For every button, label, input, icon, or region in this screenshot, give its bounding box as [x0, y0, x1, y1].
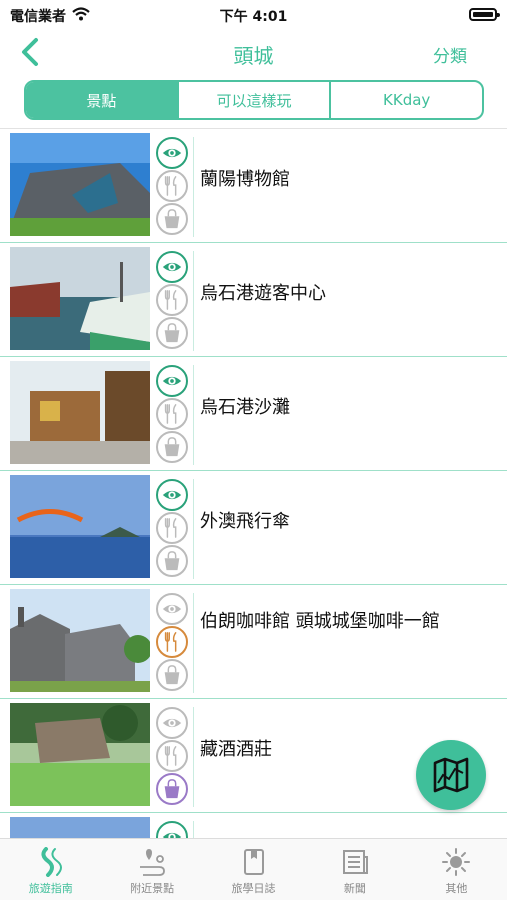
- shopping-icon: [156, 659, 188, 691]
- attraction-name: 外澳飛行傘: [200, 511, 290, 532]
- tab-nearby[interactable]: 附近景點: [101, 839, 202, 900]
- attraction-photo: [10, 817, 150, 838]
- category-icons: [154, 479, 194, 579]
- list-item[interactable]: 伯朗咖啡館 頭城城堡咖啡一館: [0, 585, 507, 699]
- list-item[interactable]: 外澳飛行傘: [0, 471, 507, 585]
- shopping-icon: [156, 203, 188, 235]
- battery-icon: [469, 8, 500, 21]
- shopping-icon: [156, 431, 188, 463]
- attraction-photo: [10, 133, 150, 236]
- sightseeing-icon: [156, 593, 188, 625]
- newspaper-icon: [342, 850, 368, 874]
- sightseeing-icon: [156, 479, 188, 511]
- tab-label: 旅遊指南: [28, 882, 73, 895]
- attraction-photo: [10, 475, 150, 578]
- tab-label: 其他: [445, 882, 468, 895]
- sightseeing-icon: [156, 251, 188, 283]
- attraction-list: 蘭陽博物館 烏石港遊客中心 烏石港沙灘 外澳飛行傘 伯朗咖啡館 頭城城堡咖啡一館…: [0, 129, 507, 838]
- sightseeing-icon: [156, 365, 188, 397]
- list-item[interactable]: [0, 813, 507, 838]
- nav-bar: 頭城 分類: [0, 28, 507, 76]
- category-icons: [154, 365, 194, 465]
- page-title: 頭城: [233, 44, 274, 68]
- nearby-pin-icon: [140, 849, 166, 876]
- tab-sights[interactable]: 景點: [26, 82, 177, 118]
- category-icons: [154, 593, 194, 693]
- list-item[interactable]: 烏石港沙灘: [0, 357, 507, 471]
- status-bar: 電信業者 下午 4:01: [0, 0, 507, 28]
- sightseeing-icon: [156, 707, 188, 739]
- category-icons: [154, 137, 194, 237]
- category-icons: [154, 821, 194, 838]
- tab-kkday[interactable]: KKday: [329, 82, 482, 118]
- category-icons: [154, 251, 194, 351]
- tab-news[interactable]: 新聞: [304, 839, 405, 900]
- tab-other[interactable]: 其他: [406, 839, 507, 900]
- attraction-name: 烏石港遊客中心: [200, 283, 326, 304]
- map-button[interactable]: [416, 740, 486, 810]
- back-chevron-icon[interactable]: [16, 36, 46, 68]
- road-icon: [41, 847, 62, 877]
- food-icon: [156, 284, 188, 316]
- tab-label: 旅學日誌: [231, 882, 276, 895]
- sightseeing-icon: [156, 137, 188, 169]
- tab-journal[interactable]: 旅學日誌: [203, 839, 304, 900]
- shopping-icon: [156, 317, 188, 349]
- map-icon: [433, 757, 469, 793]
- food-icon: [156, 398, 188, 430]
- sightseeing-icon: [156, 821, 188, 838]
- category-button[interactable]: 分類: [433, 42, 467, 67]
- food-icon: [156, 740, 188, 772]
- food-icon: [156, 626, 188, 658]
- tab-bar: 旅遊指南 附近景點 旅學日誌 新聞 其他: [0, 838, 507, 900]
- attraction-name: 伯朗咖啡館 頭城城堡咖啡一館: [200, 611, 440, 632]
- attraction-photo: [10, 361, 150, 464]
- shopping-icon: [156, 545, 188, 577]
- attraction-photo: [10, 247, 150, 350]
- tab-label: 附近景點: [130, 882, 175, 895]
- tab-travel-guide[interactable]: 旅遊指南: [0, 839, 101, 900]
- food-icon: [156, 512, 188, 544]
- food-icon: [156, 170, 188, 202]
- list-item[interactable]: 蘭陽博物館: [0, 129, 507, 243]
- list-item[interactable]: 烏石港遊客中心: [0, 243, 507, 357]
- attraction-photo: [10, 589, 150, 692]
- attraction-photo: [10, 703, 150, 806]
- category-icons: [154, 707, 194, 807]
- attraction-name: 烏石港沙灘: [200, 397, 290, 418]
- tab-ways-to-play[interactable]: 可以這樣玩: [176, 82, 330, 118]
- journal-icon: [243, 849, 264, 875]
- status-time: 下午 4:01: [219, 9, 288, 25]
- sun-icon: [442, 848, 471, 876]
- segmented-control: 景點 可以這樣玩 KKday: [24, 80, 484, 120]
- attraction-name: 蘭陽博物館: [200, 169, 290, 190]
- tab-label: 新聞: [343, 882, 366, 895]
- shopping-icon: [156, 773, 188, 805]
